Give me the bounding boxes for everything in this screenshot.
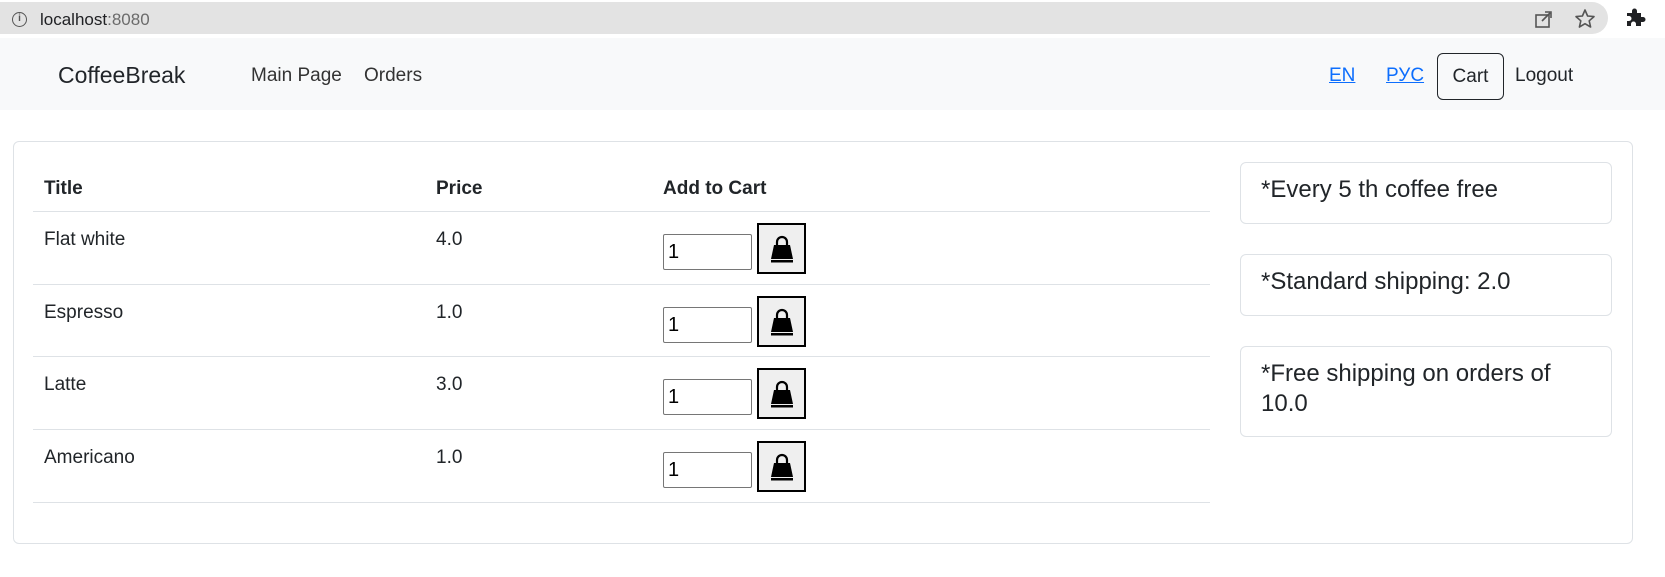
language-ru-link[interactable]: РУС	[1386, 65, 1424, 87]
nav-orders[interactable]: Orders	[364, 65, 422, 87]
shopping-bag-icon	[770, 235, 793, 262]
address-bar[interactable]: i localhost:8080	[0, 2, 1608, 34]
promo-card-free-shipping: *Free shipping on orders of 10.0	[1240, 346, 1612, 437]
row-divider	[33, 356, 1210, 357]
quantity-input[interactable]	[663, 234, 752, 270]
quantity-input[interactable]	[663, 452, 752, 488]
info-icon[interactable]: i	[12, 12, 27, 27]
shopping-bag-icon	[770, 308, 793, 335]
extensions-puzzle-icon[interactable]	[1624, 6, 1646, 28]
product-price: 3.0	[436, 374, 463, 395]
browser-toolbar: i localhost:8080	[0, 0, 1665, 38]
add-to-cart-button[interactable]	[757, 296, 806, 347]
add-to-cart-button[interactable]	[757, 368, 806, 419]
add-to-cart-button[interactable]	[757, 223, 806, 274]
column-header-title: Title	[44, 178, 83, 199]
logout-link[interactable]: Logout	[1515, 65, 1573, 87]
cart-button[interactable]: Cart	[1437, 53, 1504, 100]
shopping-bag-icon	[770, 453, 793, 480]
brand-logo[interactable]: CoffeeBreak	[58, 62, 185, 89]
promo-card-free-coffee: *Every 5 th coffee free	[1240, 162, 1612, 224]
product-price: 1.0	[436, 447, 463, 468]
bookmark-star-icon[interactable]	[1574, 8, 1596, 30]
product-title: Americano	[44, 447, 135, 468]
product-title: Espresso	[44, 302, 124, 323]
language-en-link[interactable]: EN	[1329, 65, 1355, 87]
header-divider	[33, 211, 1210, 212]
url-host: localhost	[40, 10, 108, 29]
promo-card-standard-shipping: *Standard shipping: 2.0	[1240, 254, 1612, 316]
url-port: :8080	[107, 10, 150, 29]
shopping-bag-icon	[770, 380, 793, 407]
product-title: Latte	[44, 374, 87, 395]
nav-main-page[interactable]: Main Page	[251, 65, 342, 87]
row-divider	[33, 429, 1210, 430]
column-header-add-to-cart: Add to Cart	[663, 178, 767, 199]
quantity-input[interactable]	[663, 379, 752, 415]
product-title: Flat white	[44, 229, 126, 250]
url-text[interactable]: localhost:8080	[40, 10, 150, 30]
quantity-input[interactable]	[663, 307, 752, 343]
navbar: CoffeeBreak Main Page Orders EN РУС Cart…	[0, 38, 1665, 110]
column-header-price: Price	[436, 178, 483, 199]
product-price: 1.0	[436, 302, 463, 323]
add-to-cart-button[interactable]	[757, 441, 806, 492]
row-divider	[33, 502, 1210, 503]
row-divider	[33, 284, 1210, 285]
share-icon[interactable]	[1534, 9, 1554, 29]
product-price: 4.0	[436, 229, 463, 250]
